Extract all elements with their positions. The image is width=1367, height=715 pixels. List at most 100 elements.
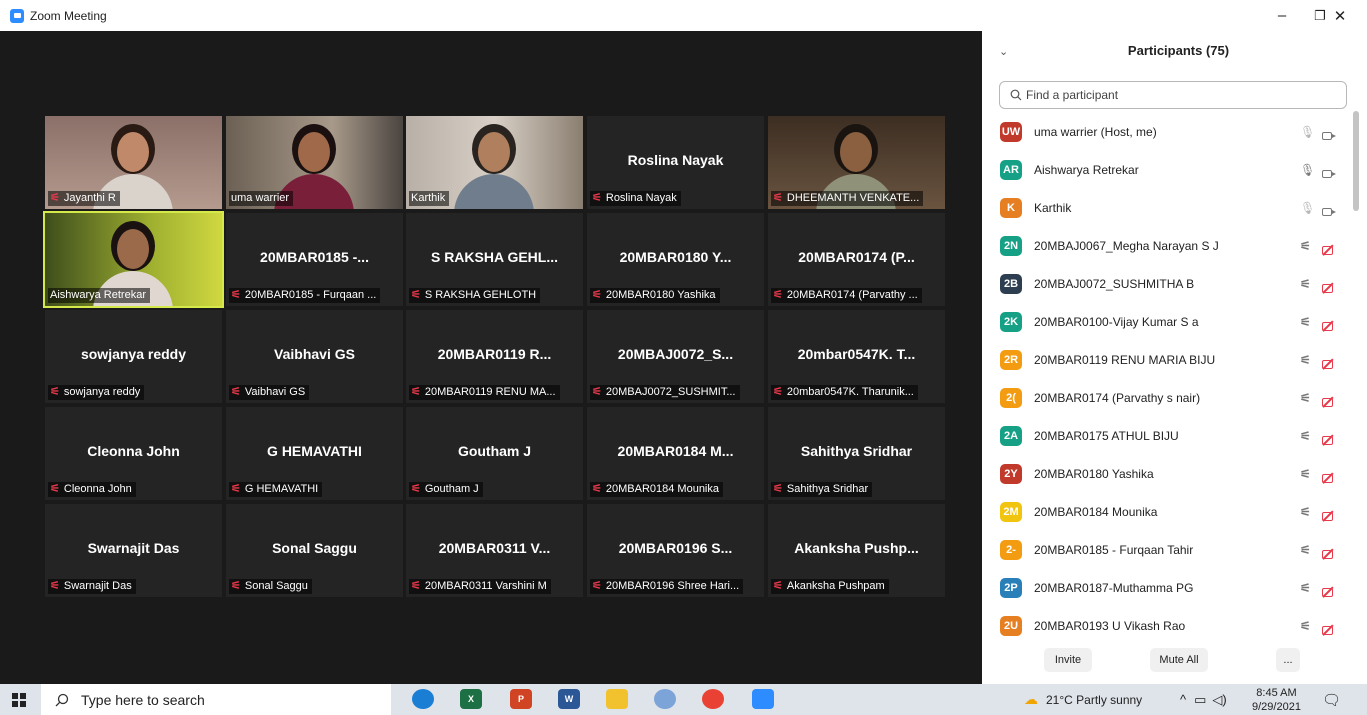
participant-label-text: 20MBAJ0072_SUSHMIT... bbox=[605, 386, 736, 398]
microphone-icon[interactable]: 🎙 bbox=[1300, 201, 1315, 215]
video-tile[interactable]: 20MBAJ0072_S... ⚟ 20MBAJ0072_SUSHMIT... bbox=[587, 310, 764, 403]
participant-row[interactable]: UW uma warrier (Host, me) 🎙 bbox=[982, 113, 1352, 151]
video-tile[interactable]: Goutham J ⚟ Goutham J bbox=[406, 407, 583, 500]
participant-row[interactable]: 2P 20MBAR0187-Muthamma PG ⚟ bbox=[982, 569, 1352, 607]
video-tile[interactable]: Akanksha Pushp... ⚟ Akanksha Pushpam bbox=[768, 504, 945, 597]
video-tile[interactable]: Sonal Saggu ⚟ Sonal Saggu bbox=[226, 504, 403, 597]
participant-name-label: ⚟ 20MBAR0174 (Parvathy ... bbox=[771, 288, 922, 303]
video-off-icon[interactable] bbox=[1322, 583, 1336, 597]
video-tile[interactable]: Cleonna John ⚟ Cleonna John bbox=[45, 407, 222, 500]
video-tile[interactable]: S RAKSHA GEHL... ⚟ S RAKSHA GEHLOTH bbox=[406, 213, 583, 306]
video-camera-icon[interactable] bbox=[1322, 127, 1336, 140]
video-tile[interactable]: Swarnajit Das ⚟ Swarnajit Das bbox=[45, 504, 222, 597]
video-tile[interactable]: 20MBAR0119 R... ⚟ 20MBAR0119 RENU MA... bbox=[406, 310, 583, 403]
participant-search[interactable] bbox=[999, 81, 1347, 109]
microphone-icon[interactable]: 🎙 bbox=[1300, 163, 1315, 177]
video-tile[interactable]: uma warrier bbox=[226, 116, 403, 209]
mute-all-button[interactable]: Mute All bbox=[1150, 648, 1208, 672]
participant-name: Aishwarya Retrekar bbox=[1034, 163, 1139, 177]
video-tile[interactable]: ⚟ DHEEMANTH VENKATE... bbox=[768, 116, 945, 209]
app-icon[interactable] bbox=[654, 689, 676, 709]
participant-name-label: ⚟ 20MBAR0311 Varshini M bbox=[409, 579, 551, 594]
video-tile[interactable]: 20MBAR0311 V... ⚟ 20MBAR0311 Varshini M bbox=[406, 504, 583, 597]
powerpoint-icon[interactable]: P bbox=[510, 689, 532, 709]
video-tile[interactable]: G HEMAVATHI ⚟ G HEMAVATHI bbox=[226, 407, 403, 500]
participant-search-input[interactable] bbox=[1026, 88, 1326, 102]
file-explorer-icon[interactable] bbox=[606, 689, 628, 709]
video-camera-icon[interactable] bbox=[1322, 165, 1336, 178]
mic-muted-icon[interactable]: ⚟ bbox=[1300, 315, 1311, 329]
video-off-icon[interactable] bbox=[1322, 241, 1336, 255]
participant-row[interactable]: 2K 20MBAR0100-Vijay Kumar S a ⚟ bbox=[982, 303, 1352, 341]
participant-row[interactable]: 2M 20MBAR0184 Mounika ⚟ bbox=[982, 493, 1352, 531]
word-icon[interactable]: W bbox=[558, 689, 580, 709]
participant-row[interactable]: AR Aishwarya Retrekar 🎙 bbox=[982, 151, 1352, 189]
chevron-up-icon[interactable]: ^ bbox=[1180, 692, 1186, 707]
participant-list-scrollbar[interactable] bbox=[1353, 111, 1359, 211]
video-tile[interactable]: 20MBAR0180 Y... ⚟ 20MBAR0180 Yashika bbox=[587, 213, 764, 306]
mic-muted-icon[interactable]: ⚟ bbox=[1300, 581, 1311, 595]
mic-muted-icon[interactable]: ⚟ bbox=[1300, 619, 1311, 633]
network-icon[interactable]: ▭ bbox=[1194, 692, 1206, 708]
video-tile[interactable]: ⚟ Jayanthi R bbox=[45, 116, 222, 209]
video-off-icon[interactable] bbox=[1322, 621, 1336, 635]
participant-row[interactable]: 2Y 20MBAR0180 Yashika ⚟ bbox=[982, 455, 1352, 493]
mic-muted-icon[interactable]: ⚟ bbox=[1300, 543, 1311, 557]
video-tile[interactable]: Karthik bbox=[406, 116, 583, 209]
more-options-button[interactable]: ... bbox=[1276, 648, 1300, 672]
invite-button[interactable]: Invite bbox=[1044, 648, 1092, 672]
participant-row[interactable]: K Karthik 🎙 bbox=[982, 189, 1352, 227]
participant-row[interactable]: 2B 20MBAJ0072_SUSHMITHA B ⚟ bbox=[982, 265, 1352, 303]
video-off-icon[interactable] bbox=[1322, 279, 1336, 293]
participant-list: UW uma warrier (Host, me) 🎙 AR Aishwarya Ret… bbox=[982, 113, 1352, 645]
microphone-icon[interactable]: 🎙 bbox=[1300, 125, 1315, 139]
weather-widget[interactable]: ☁ 21°C Partly sunny bbox=[1024, 684, 1142, 715]
taskbar-search[interactable]: Type here to search bbox=[41, 684, 391, 715]
mic-muted-icon[interactable]: ⚟ bbox=[1300, 353, 1311, 367]
chrome-icon[interactable] bbox=[702, 689, 724, 709]
mic-muted-icon[interactable]: ⚟ bbox=[1300, 467, 1311, 481]
edge-browser-icon[interactable] bbox=[412, 689, 434, 709]
mic-muted-icon[interactable]: ⚟ bbox=[1300, 505, 1311, 519]
mic-muted-icon[interactable]: ⚟ bbox=[1300, 277, 1311, 291]
video-tile[interactable]: 20mbar0547K. T... ⚟ 20mbar0547K. Tharunik.… bbox=[768, 310, 945, 403]
windows-start-icon[interactable] bbox=[12, 693, 26, 707]
close-button[interactable]: ✕ bbox=[1320, 0, 1360, 31]
participant-label-text: Vaibhavi GS bbox=[244, 386, 306, 398]
minimize-button[interactable]: – bbox=[1262, 0, 1302, 31]
participant-row[interactable]: 2U 20MBAR0193 U Vikash Rao ⚟ bbox=[982, 607, 1352, 645]
video-off-icon[interactable] bbox=[1322, 469, 1336, 483]
video-off-icon[interactable] bbox=[1322, 317, 1336, 331]
excel-icon[interactable]: X bbox=[460, 689, 482, 709]
video-tile[interactable]: Sahithya Sridhar ⚟ Sahithya Sridhar bbox=[768, 407, 945, 500]
volume-icon[interactable]: ◁) bbox=[1212, 692, 1226, 708]
taskbar-clock[interactable]: 8:45 AM 9/29/2021 bbox=[1252, 684, 1301, 715]
video-tile[interactable]: 20MBAR0174 (P... ⚟ 20MBAR0174 (Parvathy ..… bbox=[768, 213, 945, 306]
participant-row[interactable]: 2- 20MBAR0185 - Furqaan Tahir ⚟ bbox=[982, 531, 1352, 569]
video-tile[interactable]: 20MBAR0196 S... ⚟ 20MBAR0196 Shree Hari... bbox=[587, 504, 764, 597]
participant-name-label: Aishwarya Retrekar bbox=[48, 288, 150, 303]
mic-muted-icon[interactable]: ⚟ bbox=[1300, 391, 1311, 405]
participant-row[interactable]: 2(20MBAR0174 (Parvathy s nair) ⚟ bbox=[982, 379, 1352, 417]
mic-muted-icon: ⚟ bbox=[773, 289, 783, 301]
video-off-icon[interactable] bbox=[1322, 393, 1336, 407]
mic-muted-icon[interactable]: ⚟ bbox=[1300, 429, 1311, 443]
notification-icon[interactable]: 🗨 bbox=[1322, 684, 1341, 715]
video-tile[interactable]: Roslina Nayak ⚟ Roslina Nayak bbox=[587, 116, 764, 209]
video-off-icon[interactable] bbox=[1322, 355, 1336, 369]
video-camera-icon[interactable] bbox=[1322, 203, 1336, 216]
system-tray-icons[interactable]: ^ ▭ ◁) bbox=[1180, 684, 1227, 715]
zoom-taskbar-icon[interactable] bbox=[752, 689, 774, 709]
video-tile[interactable]: 20MBAR0184 M... ⚟ 20MBAR0184 Mounika bbox=[587, 407, 764, 500]
video-off-icon[interactable] bbox=[1322, 431, 1336, 445]
mic-muted-icon[interactable]: ⚟ bbox=[1300, 239, 1311, 253]
participant-row[interactable]: 2R 20MBAR0119 RENU MARIA BIJU ⚟ bbox=[982, 341, 1352, 379]
video-tile[interactable]: 20MBAR0185 -... ⚟ 20MBAR0185 - Furqaan ... bbox=[226, 213, 403, 306]
video-tile[interactable]: Vaibhavi GS ⚟ Vaibhavi GS bbox=[226, 310, 403, 403]
video-off-icon[interactable] bbox=[1322, 545, 1336, 559]
participant-row[interactable]: 2A 20MBAR0175 ATHUL BIJU ⚟ bbox=[982, 417, 1352, 455]
video-off-icon[interactable] bbox=[1322, 507, 1336, 521]
video-tile[interactable]: sowjanya reddy ⚟ sowjanya reddy bbox=[45, 310, 222, 403]
participant-row[interactable]: 2N 20MBAJ0067_Megha Narayan S J ⚟ bbox=[982, 227, 1352, 265]
video-tile[interactable]: Aishwarya Retrekar bbox=[43, 211, 224, 308]
